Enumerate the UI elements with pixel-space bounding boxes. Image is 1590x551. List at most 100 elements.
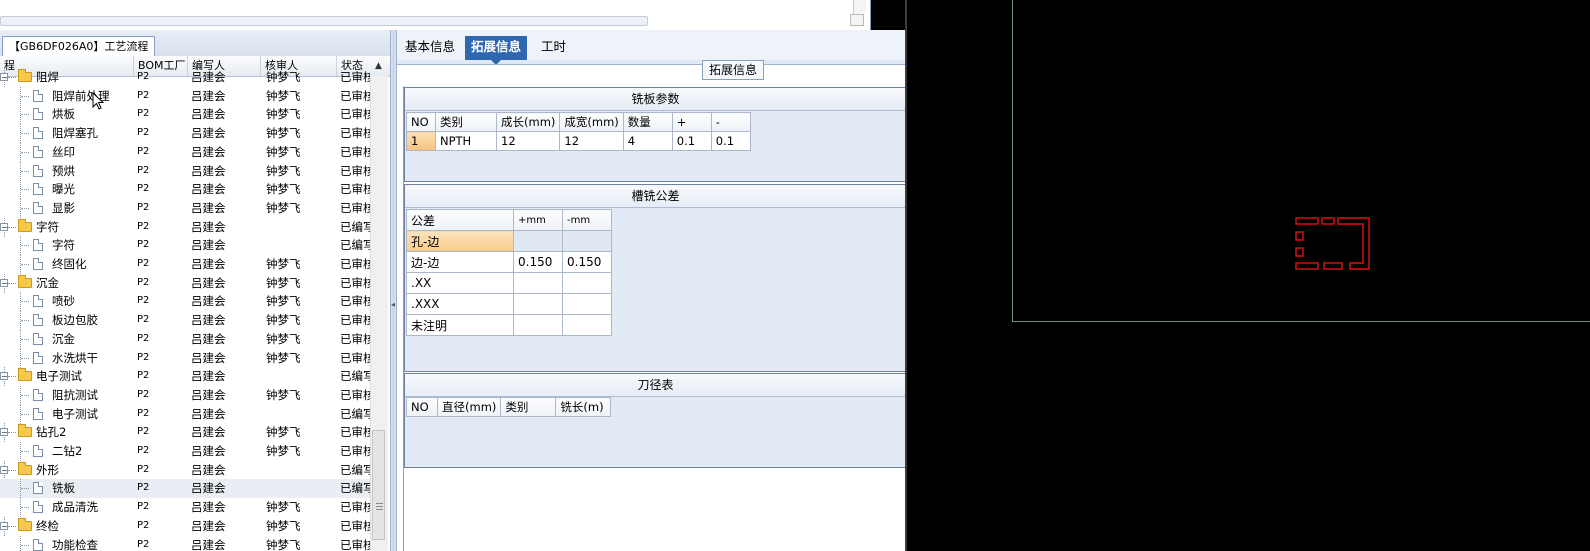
tree-group-row[interactable]: − 外形 P2 吕建会 已编写 bbox=[0, 460, 370, 480]
collapse-toggle-icon[interactable]: − bbox=[0, 222, 8, 231]
collapse-toggle-icon[interactable]: − bbox=[0, 372, 8, 381]
collapse-toggle-icon[interactable]: − bbox=[0, 278, 8, 287]
row-unspecified[interactable]: 未注明 bbox=[406, 314, 514, 336]
tree-row[interactable]: 沉金 P2 吕建会 钟梦飞 已审核 bbox=[0, 329, 370, 349]
status-text: 已审核 bbox=[340, 70, 370, 84]
cell-type[interactable]: NPTH bbox=[435, 131, 497, 151]
bom-factory: P2 bbox=[137, 108, 150, 120]
collapse-toggle-icon[interactable]: − bbox=[0, 428, 8, 437]
cell-length[interactable]: 12 bbox=[495, 131, 561, 151]
slot-outline-drawing bbox=[1295, 217, 1370, 270]
tab-work-hours[interactable]: 工时 bbox=[535, 36, 572, 60]
cell-hole-edge-plus[interactable] bbox=[513, 230, 563, 252]
cell-unspecified-plus[interactable] bbox=[513, 314, 563, 336]
cell-unspecified-minus[interactable] bbox=[562, 314, 612, 336]
tree-connector bbox=[21, 207, 29, 209]
document-icon bbox=[33, 351, 43, 364]
tree-row[interactable]: 功能检查 P2 吕建会 钟梦飞 已审核 bbox=[0, 535, 370, 551]
scroll-right-button[interactable] bbox=[850, 14, 864, 26]
tree-connector bbox=[21, 394, 29, 396]
writer-name: 吕建会 bbox=[191, 163, 226, 178]
tree-row[interactable]: 阻抗测试 P2 吕建会 钟梦飞 已审核 bbox=[0, 385, 370, 405]
tree-connector bbox=[8, 226, 16, 228]
bom-factory: P2 bbox=[137, 426, 150, 438]
tree-row[interactable]: 终固化 P2 吕建会 钟梦飞 已审核 bbox=[0, 255, 370, 274]
tree-row[interactable]: 显影 P2 吕建会 钟梦飞 已审核 bbox=[0, 198, 370, 218]
tree-group-row[interactable]: − 终检 P2 吕建会 钟梦飞 已审核 bbox=[0, 516, 370, 536]
process-name: 板边包胶 bbox=[52, 313, 98, 328]
header-minus: - bbox=[710, 112, 751, 132]
tree-scroll-thumb[interactable] bbox=[372, 430, 385, 540]
tree-row[interactable]: 预烘 P2 吕建会 钟梦飞 已审核 bbox=[0, 161, 370, 181]
cell-xx-minus[interactable] bbox=[562, 272, 612, 294]
cell-edge-edge-minus[interactable]: 0.150 bbox=[562, 251, 612, 273]
cell-plus[interactable]: 0.1 bbox=[671, 131, 712, 151]
tree-row[interactable]: 烘板 P2 吕建会 钟梦飞 已审核 bbox=[0, 105, 370, 125]
document-icon bbox=[33, 108, 43, 121]
tree-row[interactable]: 二钻2 P2 吕建会 钟梦飞 已审核 bbox=[0, 442, 370, 461]
scroll-up-icon[interactable]: ▲ bbox=[372, 60, 385, 72]
process-name: 沉金 bbox=[36, 275, 59, 290]
row-xxx[interactable]: .XXX bbox=[406, 293, 514, 315]
bom-factory: P2 bbox=[137, 463, 150, 475]
reviewer-name: 钟梦飞 bbox=[266, 500, 301, 515]
cell-quantity[interactable]: 4 bbox=[622, 131, 673, 151]
cell-width[interactable]: 12 bbox=[559, 131, 624, 151]
writer-name: 吕建会 bbox=[191, 444, 226, 458]
status-text: 已编写 bbox=[340, 219, 370, 234]
tree-connector bbox=[21, 451, 29, 452]
process-flow-tab[interactable]: 【GB6DF026A0】工艺流程 bbox=[2, 36, 156, 57]
collapse-toggle-icon[interactable]: − bbox=[0, 73, 8, 82]
bom-factory: P2 bbox=[137, 239, 150, 251]
cell-xx-plus[interactable] bbox=[513, 272, 563, 294]
tab-basic-info[interactable]: 基本信息 bbox=[399, 36, 461, 60]
vertical-scrollbar-top[interactable] bbox=[853, 0, 866, 14]
tab-extended-info[interactable]: 拓展信息 bbox=[465, 36, 528, 65]
splitter-grip-icon[interactable]: ◂ bbox=[391, 300, 395, 309]
document-icon bbox=[33, 164, 43, 177]
tree-row[interactable]: 丝印 P2 吕建会 钟梦飞 已审核 bbox=[0, 142, 370, 162]
cell-hole-edge-minus[interactable] bbox=[562, 230, 612, 252]
cell-no[interactable]: 1 bbox=[406, 131, 436, 151]
cell-xxx-minus[interactable] bbox=[562, 293, 612, 315]
reviewer-name: 钟梦飞 bbox=[266, 313, 301, 328]
cell-xxx-plus[interactable] bbox=[513, 293, 563, 315]
bom-factory: P2 bbox=[137, 295, 150, 307]
tree-group-row[interactable]: − 字符 P2 吕建会 已编写 bbox=[0, 217, 370, 237]
horizontal-scrollbar[interactable] bbox=[0, 16, 648, 26]
tree-connector bbox=[21, 320, 29, 322]
cell-minus[interactable]: 0.1 bbox=[710, 131, 751, 151]
tree-row[interactable]: 阻焊前处理 P2 吕建会 钟梦飞 已审核 bbox=[0, 86, 370, 106]
tool-diameter-title: 刀径表 bbox=[405, 374, 906, 397]
writer-name: 吕建会 bbox=[191, 537, 226, 551]
tree-group-row[interactable]: − 电子测试 P2 吕建会 已编写 bbox=[0, 367, 370, 387]
tree-row[interactable]: 水洗烘干 P2 吕建会 钟梦飞 已审核 bbox=[0, 348, 370, 368]
collapse-toggle-icon[interactable]: − bbox=[0, 465, 8, 474]
row-xx[interactable]: .XX bbox=[406, 272, 514, 294]
writer-name: 吕建会 bbox=[191, 462, 226, 477]
tree-row[interactable]: 板边包胶 P2 吕建会 钟梦飞 已审核 bbox=[0, 311, 370, 331]
collapse-toggle-icon[interactable]: − bbox=[0, 521, 8, 530]
tree-row[interactable]: 阻焊塞孔 P2 吕建会 钟梦飞 已审核 bbox=[0, 124, 370, 144]
tree-row[interactable]: 成品清洗 P2 吕建会 钟梦飞 已审核 bbox=[0, 498, 370, 518]
tree-row[interactable]: 电子测试 P2 吕建会 已编写 bbox=[0, 404, 370, 424]
bom-factory: P2 bbox=[137, 314, 150, 326]
process-name: 终固化 bbox=[52, 257, 87, 271]
tree-row[interactable]: 字符 P2 吕建会 已编写 bbox=[0, 236, 370, 256]
tree-group-row[interactable]: − 钻孔2 P2 吕建会 钟梦飞 已审核 bbox=[0, 423, 370, 443]
panel-splitter[interactable] bbox=[390, 30, 397, 551]
bom-factory: P2 bbox=[137, 183, 150, 195]
row-edge-edge[interactable]: 边-边 bbox=[406, 251, 514, 273]
bom-factory: P2 bbox=[137, 445, 150, 456]
tree-row[interactable]: 喷砂 P2 吕建会 钟梦飞 已审核 bbox=[0, 292, 370, 312]
tree-group-row[interactable]: − 沉金 P2 吕建会 钟梦飞 已审核 bbox=[0, 273, 370, 293]
status-text: 已审核 bbox=[340, 350, 370, 365]
reviewer-name: 钟梦飞 bbox=[266, 88, 301, 103]
tree-row[interactable]: 曝光 P2 吕建会 钟梦飞 已审核 bbox=[0, 180, 370, 200]
header-minus-mm: -mm bbox=[562, 209, 612, 231]
cell-edge-edge-plus[interactable]: 0.150 bbox=[513, 251, 563, 273]
tree-group-row[interactable]: − 阻焊 P2 吕建会 钟梦飞 已审核 bbox=[0, 68, 370, 87]
row-hole-edge[interactable]: 孔-边 bbox=[406, 230, 514, 252]
tree-row[interactable]: 铣板 P2 吕建会 已编写 bbox=[0, 479, 370, 499]
process-name: 外形 bbox=[36, 462, 59, 477]
